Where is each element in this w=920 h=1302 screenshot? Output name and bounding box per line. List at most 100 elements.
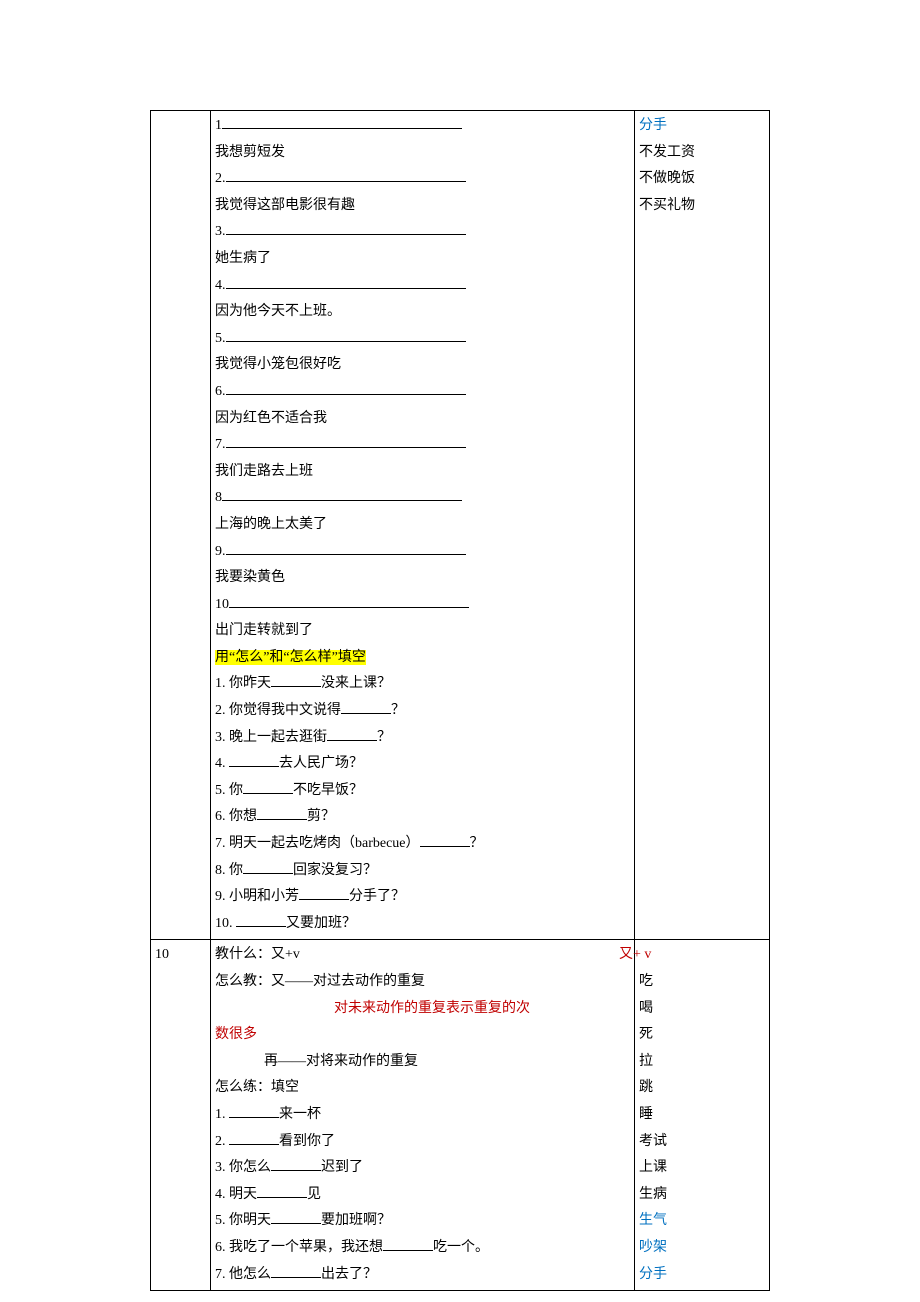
fill-post: 见 [307, 1187, 321, 1202]
vocab-item: 考试 [639, 1129, 765, 1156]
fill-post: 看到你了 [279, 1134, 335, 1149]
answer-line: 她生病了 [215, 246, 630, 273]
fill-pre: 9. 小明和小芳 [215, 889, 299, 904]
answer-line: 我想剪短发 [215, 140, 630, 167]
answer-line: 我要染黄色 [215, 565, 630, 592]
fill-post: 吃一个。 [433, 1240, 489, 1255]
page: 1 我想剪短发 2. 我觉得这部电影很有趣 3. 她生病了 4. 因为他今天不上班。 5. 我觉得… [0, 0, 920, 1302]
vocab-item: 喝 [639, 996, 765, 1023]
vocab-item: 生气 [639, 1208, 765, 1235]
fill-post: 又要加班？ [286, 916, 356, 931]
fill-post: 去人民广场？ [279, 756, 363, 771]
blank-short [229, 752, 279, 767]
blank-line [222, 114, 462, 129]
fill-post: ？ [391, 703, 405, 718]
cell-vocab: 又+ v 吃喝死拉跳睡考试上课生病生气吵架分手 [635, 940, 770, 1291]
answer-line: 因为他今天不上班。 [215, 299, 630, 326]
fill-pre: 2. [215, 1134, 229, 1149]
fill-pre: 6. 我吃了一个苹果，我还想 [215, 1240, 383, 1255]
vocab-item: 死 [639, 1022, 765, 1049]
answer-line: 出门走转就到了 [215, 618, 630, 645]
fill-post: ？ [377, 730, 391, 745]
fill-post: 来一杯 [279, 1107, 321, 1122]
row-number: 10 [155, 947, 169, 962]
blank-line [226, 433, 466, 448]
vocab-item: 不发工资 [639, 140, 765, 167]
fill-line: 4. 明天 见 [215, 1182, 630, 1209]
question-number: 9. [215, 544, 226, 559]
fill-pre: 4. 明天 [215, 1187, 257, 1202]
cell-content: 1 我想剪短发 2. 我觉得这部电影很有趣 3. 她生病了 4. 因为他今天不上班。 5. 我觉得… [211, 111, 635, 940]
answer-line: 我觉得这部电影很有趣 [215, 193, 630, 220]
lesson-table: 1 我想剪短发 2. 我觉得这部电影很有趣 3. 她生病了 4. 因为他今天不上班。 5. 我觉得… [150, 110, 770, 1291]
vocab-item: 分手 [639, 113, 765, 140]
blank-short [271, 1209, 321, 1224]
blank-short [271, 1156, 321, 1171]
fill-line: 6. 我吃了一个苹果，我还想 吃一个。 [215, 1235, 630, 1262]
fill-pre: 3. 晚上一起去逛街 [215, 730, 327, 745]
fill-line: 4. 去人民广场？ [215, 751, 630, 778]
blank-line [226, 220, 466, 235]
fill-post: 剪？ [307, 809, 335, 824]
vocab-item: 吃 [639, 969, 765, 996]
question-line: 10 [215, 592, 630, 619]
vocab-item: 吵架 [639, 1235, 765, 1262]
blank-short [257, 1183, 307, 1198]
question-line: 8 [215, 485, 630, 512]
vocab-item: 不买礼物 [639, 193, 765, 220]
answer-line: 上海的晚上太美了 [215, 512, 630, 539]
fill-pre: 4. [215, 756, 229, 771]
fill-pre: 6. 你想 [215, 809, 257, 824]
cell-content: 教什么：又+v 怎么教：又——对过去动作的重复 对未来动作的重复表示重复的次 数… [211, 940, 635, 1291]
question-number: 5. [215, 331, 226, 346]
vocab-item: 拉 [639, 1049, 765, 1076]
fill-pre: 5. 你 [215, 783, 243, 798]
blank-short [243, 779, 293, 794]
fill-line: 5. 你 不吃早饭？ [215, 778, 630, 805]
fill-line: 6. 你想 剪？ [215, 804, 630, 831]
question-line: 6. [215, 379, 630, 406]
fill-pre: 1. 你昨天 [215, 676, 271, 691]
vocab-item: 生病 [639, 1182, 765, 1209]
vocab-item: 上课 [639, 1155, 765, 1182]
vocab-item: 不做晚饭 [639, 166, 765, 193]
answer-line: 我觉得小笼包很好吃 [215, 352, 630, 379]
fill-pre: 1. [215, 1107, 229, 1122]
fill-pre: 8. 你 [215, 863, 243, 878]
fill-post: ？ [470, 836, 484, 851]
blank-line [226, 327, 466, 342]
fill-post: 不吃早饭？ [293, 783, 363, 798]
fill-line: 2. 你觉得我中文说得？ [215, 698, 630, 725]
table-row: 1 我想剪短发 2. 我觉得这部电影很有趣 3. 她生病了 4. 因为他今天不上班。 5. 我觉得… [151, 111, 770, 940]
blank-line [226, 274, 466, 289]
teach-how-line2: 对未来动作的重复表示重复的次 [334, 1001, 530, 1016]
fill-post: 回家没复习？ [293, 863, 377, 878]
fill-post: 没来上课？ [321, 676, 391, 691]
fill-pre: 7. 明天一起去吃烤肉（barbecue） [215, 836, 420, 851]
fill-line: 7. 他怎么出去了？ [215, 1262, 630, 1289]
fill-line: 1. 来一杯 [215, 1102, 630, 1129]
practice-label: 怎么练：填空 [215, 1075, 630, 1102]
question-number: 10 [215, 597, 229, 612]
blank-line [226, 167, 466, 182]
blank-short [383, 1236, 433, 1251]
question-line: 2. [215, 166, 630, 193]
answer-line: 我们走路去上班 [215, 459, 630, 486]
blank-short [257, 805, 307, 820]
question-number: 8 [215, 490, 222, 505]
fill-line: 1. 你昨天 没来上课？ [215, 671, 630, 698]
question-number: 3. [215, 224, 226, 239]
fill-line: 3. 晚上一起去逛街 ？ [215, 725, 630, 752]
blank-short [236, 912, 286, 927]
cell-vocab: 分手不发工资不做晚饭不买礼物 [635, 111, 770, 940]
fill-line: 8. 你 回家没复习？ [215, 858, 630, 885]
question-number: 1 [215, 118, 222, 133]
question-line: 1 [215, 113, 630, 140]
table-row: 10 教什么：又+v 怎么教：又——对过去动作的重复 对未来动作的重复表示重复的… [151, 940, 770, 1291]
answer-line: 因为红色不适合我 [215, 406, 630, 433]
blank-short [229, 1130, 279, 1145]
question-number: 2. [215, 171, 226, 186]
vocab-heading: 又+ v [619, 942, 765, 969]
cell-index [151, 111, 211, 940]
blank-short [420, 832, 470, 847]
